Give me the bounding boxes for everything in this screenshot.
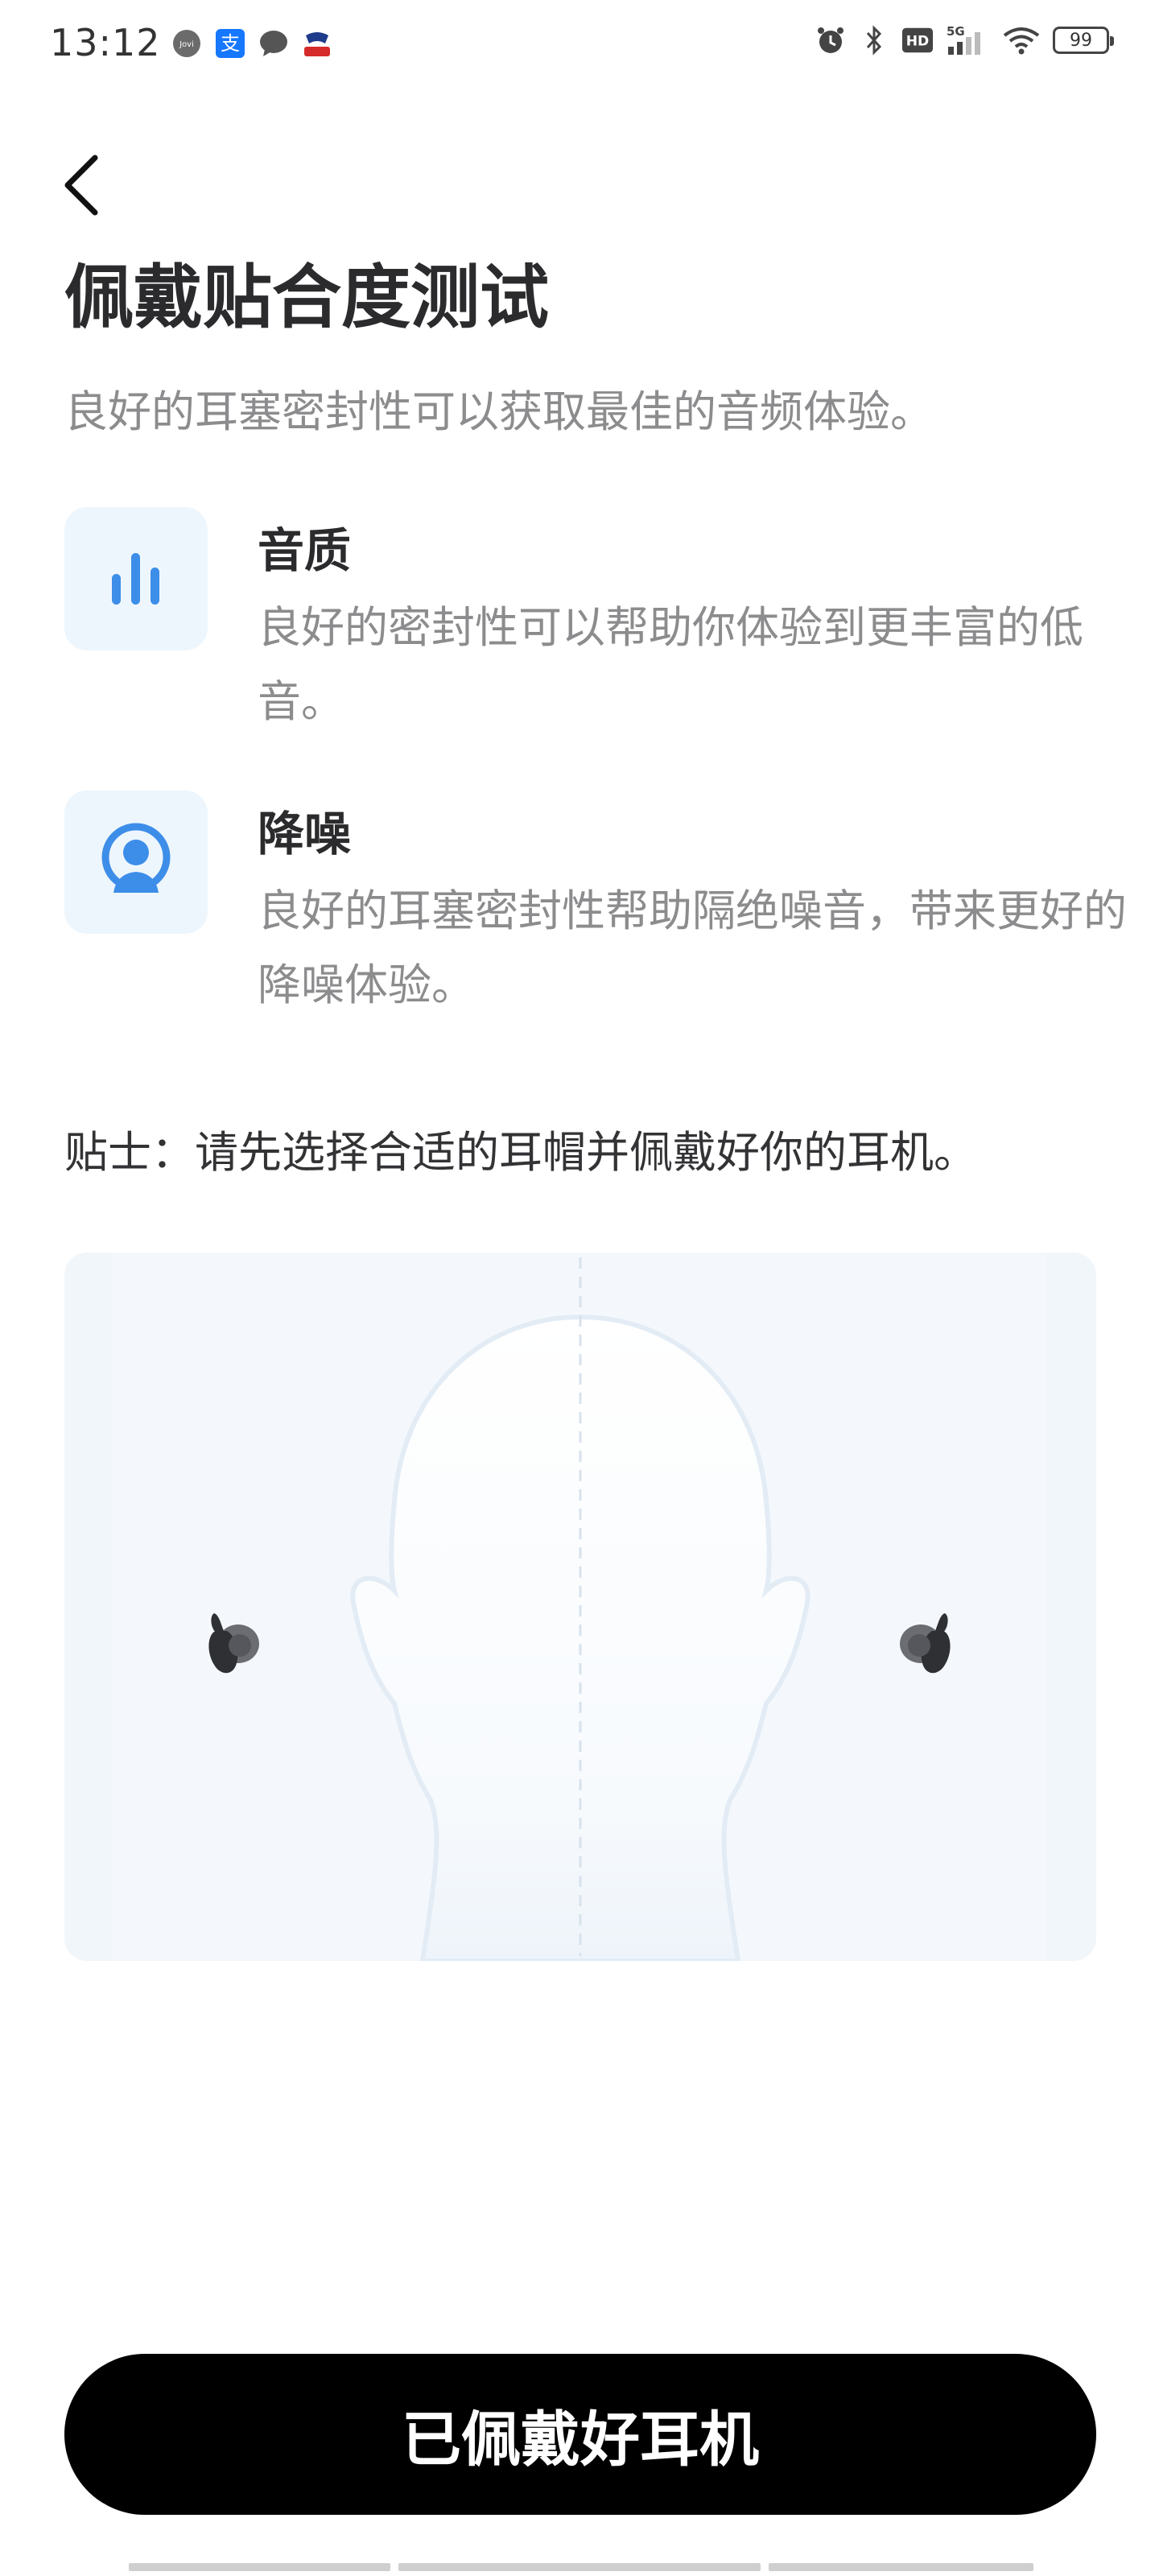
page-title: 佩戴贴合度测试	[64, 258, 549, 338]
page-subtitle: 良好的耳塞密封性可以获取最佳的音频体验。	[64, 386, 934, 437]
tip-text: 贴士：请先选择合适的耳帽并佩戴好你的耳机。	[64, 1127, 977, 1178]
back-button[interactable]	[53, 145, 118, 225]
chevron-left-icon	[64, 155, 98, 216]
head-with-earbuds-illustration	[64, 1253, 1096, 1961]
nav-segment	[398, 2563, 761, 2571]
network-label: 5G	[947, 24, 965, 39]
alipay-icon: 支	[214, 27, 246, 60]
jovi-icon: Jovi	[171, 27, 203, 60]
message-icon	[258, 27, 290, 60]
signal-5g-icon: 5G	[945, 24, 990, 56]
nav-segment	[129, 2563, 390, 2571]
status-time: 13:12	[50, 21, 161, 64]
status-system-icons: HD 5G 99	[815, 24, 1114, 56]
nav-segment	[769, 2563, 1033, 2571]
hd-label: HD	[906, 34, 930, 50]
feature-description: 良好的密封性可以帮助你体验到更丰富的低音。	[258, 602, 1083, 727]
feature-title: 音质	[258, 523, 352, 578]
feature-description: 良好的耳塞密封性帮助隔绝噪音，带来更好的降噪体验。	[258, 886, 1127, 1010]
wifi-icon	[1001, 24, 1041, 56]
svg-text:支: 支	[221, 32, 240, 55]
feature-sound-quality: 音质 良好的密封性可以帮助你体验到更丰富的低音。	[64, 507, 1095, 749]
status-bar: 13:12 Jovi 支 HD 5G 99	[0, 0, 1159, 89]
feature-title: 降噪	[258, 807, 352, 861]
status-notification-icons: Jovi 支	[171, 27, 333, 60]
noise-cancel-icon	[101, 823, 171, 893]
feature-noise-cancelling: 降噪 良好的耳塞密封性帮助隔绝噪音，带来更好的降噪体验。	[64, 791, 1127, 1032]
hd-icon: HD	[901, 24, 934, 56]
battery-indicator: 99	[1053, 27, 1114, 54]
svg-text:Jovi: Jovi	[179, 40, 194, 49]
navigation-gesture-bar[interactable]	[129, 2563, 1033, 2571]
equalizer-icon	[112, 553, 159, 605]
alarm-icon	[815, 24, 847, 56]
app-icon	[301, 27, 333, 60]
feature-icon-box	[64, 507, 208, 650]
feature-icon-box	[64, 791, 208, 934]
bluetooth-icon	[858, 24, 890, 56]
confirm-wearing-button[interactable]: 已佩戴好耳机	[64, 2354, 1096, 2515]
